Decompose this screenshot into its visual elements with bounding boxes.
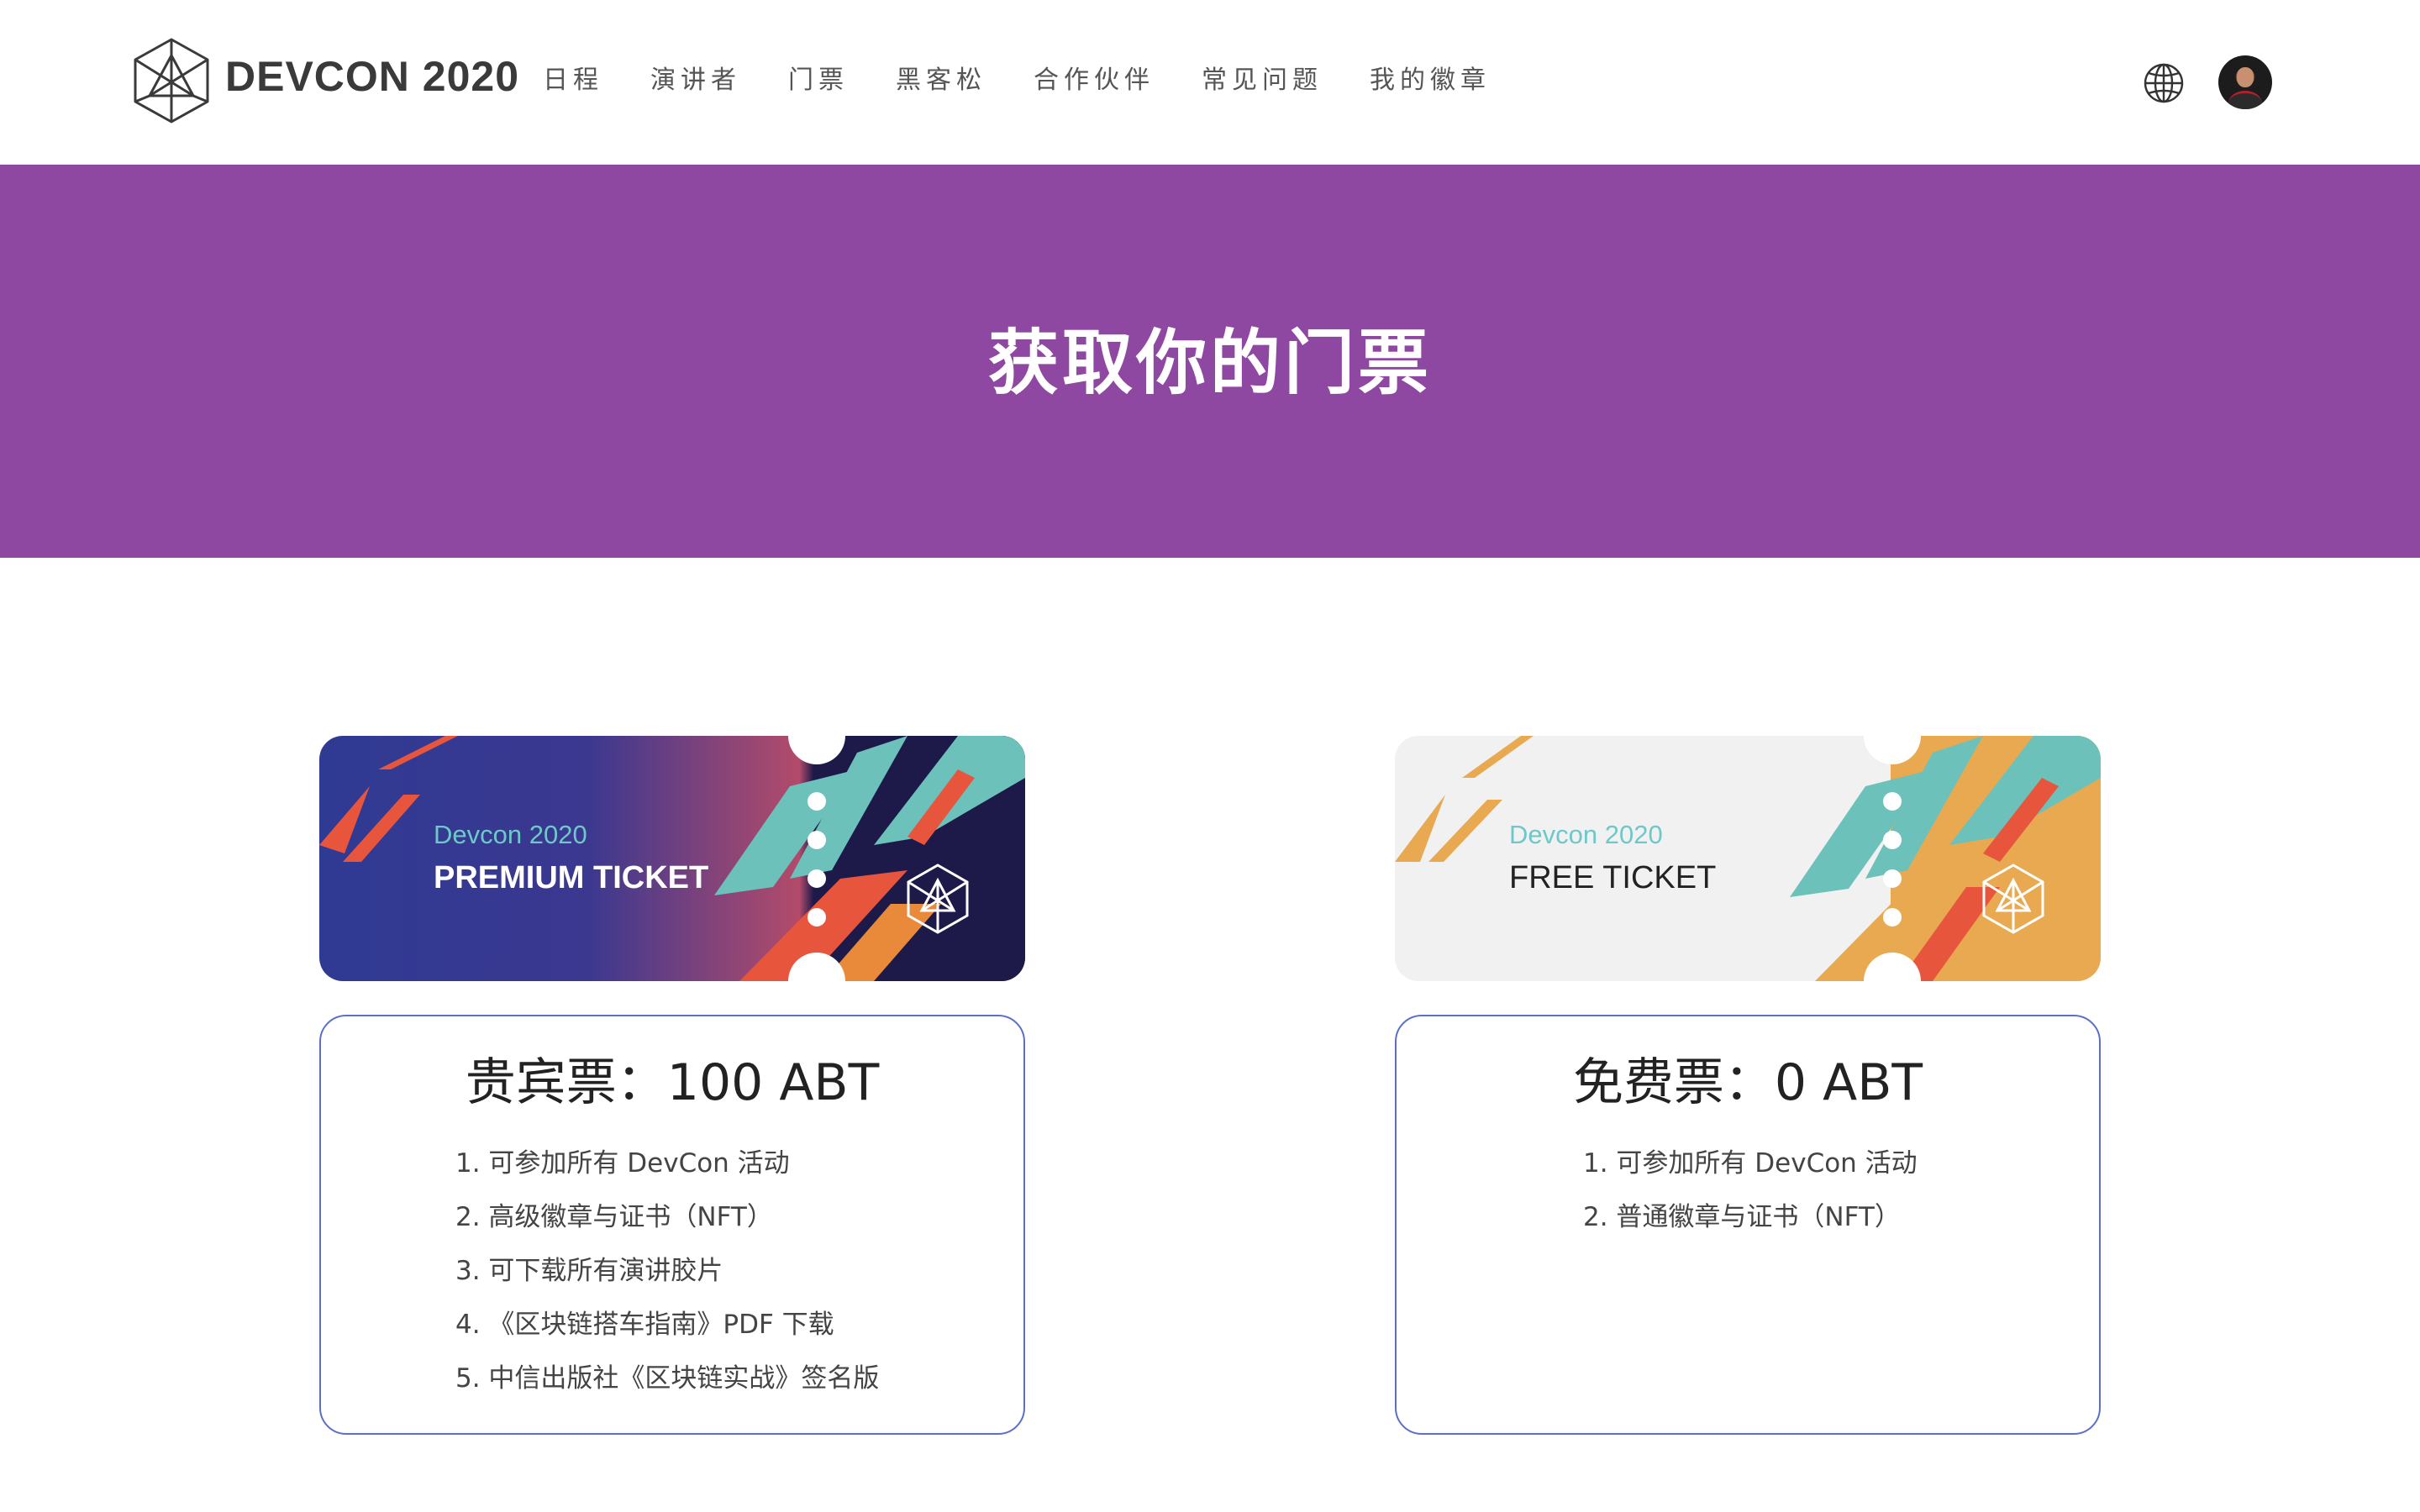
list-item: 1. 可参加所有 DevCon 活动 — [455, 1148, 790, 1179]
page-title: 获取你的门票 — [987, 321, 1432, 404]
globe-icon[interactable] — [2143, 62, 2185, 104]
nav-item-faq[interactable]: 常见问题 — [1202, 59, 1323, 96]
top-header: DEVCON 2020 日程 演讲者 门票 黑客松 合作伙伴 常见问题 我的徽章 — [0, 0, 2420, 165]
user-avatar[interactable] — [2218, 55, 2272, 109]
brand-name[interactable]: DEVCON 2020 — [225, 52, 519, 101]
free-ticket-card[interactable]: 免费票：0 ABT 1. 可参加所有 DevCon 活动 2. 普通徽章与证书（… — [1395, 1015, 2101, 1435]
nav-item-schedule[interactable]: 日程 — [543, 59, 603, 96]
ticket-event-label: Devcon 2020 — [434, 820, 587, 849]
ticket-price: 免费票：0 ABT — [1572, 1053, 1923, 1112]
nav-item-partners[interactable]: 合作伙伴 — [1034, 59, 1155, 96]
list-item: 1. 可参加所有 DevCon 活动 — [1583, 1148, 1918, 1179]
main-nav: 日程 演讲者 门票 黑客松 合作伙伴 常见问题 我的徽章 — [543, 59, 1538, 96]
nav-item-hackathon[interactable]: 黑客松 — [896, 59, 986, 96]
ticket-type-label: FREE TICKET — [1509, 860, 1717, 895]
ticket-event-label: Devcon 2020 — [1509, 820, 1663, 849]
benefit-list: 1. 可参加所有 DevCon 活动 2. 普通徽章与证书（NFT） — [1397, 1137, 2099, 1244]
nav-item-tickets[interactable]: 门票 — [788, 59, 849, 96]
ticket-type-label: PREMIUM TICKET — [434, 860, 709, 895]
list-item: 3. 可下载所有演讲胶片 — [455, 1256, 723, 1286]
ticket-price: 贵宾票：100 ABT — [465, 1053, 880, 1112]
hero-banner: 获取你的门票 — [0, 165, 2420, 558]
nav-item-my-badges[interactable]: 我的徽章 — [1370, 59, 1491, 96]
list-item: 5. 中信出版社《区块链实战》签名版 — [455, 1363, 880, 1394]
list-item: 2. 高级徽章与证书（NFT） — [455, 1202, 773, 1232]
nav-item-speakers[interactable]: 演讲者 — [650, 59, 741, 96]
devcon-logo-icon[interactable] — [133, 37, 210, 124]
premium-ticket-card[interactable]: 贵宾票：100 ABT 1. 可参加所有 DevCon 活动 2. 高级徽章与证… — [319, 1015, 1025, 1435]
benefit-list: 1. 可参加所有 DevCon 活动 2. 高级徽章与证书（NFT） 3. 可下… — [321, 1137, 1023, 1405]
free-ticket-image[interactable]: Devcon 2020 FREE TICKET — [1395, 736, 2101, 981]
premium-ticket-image[interactable]: Devcon 2020 PREMIUM TICKET — [319, 736, 1025, 981]
list-item: 2. 普通徽章与证书（NFT） — [1583, 1202, 1901, 1232]
list-item: 4. 《区块链搭车指南》PDF 下载 — [455, 1310, 834, 1340]
